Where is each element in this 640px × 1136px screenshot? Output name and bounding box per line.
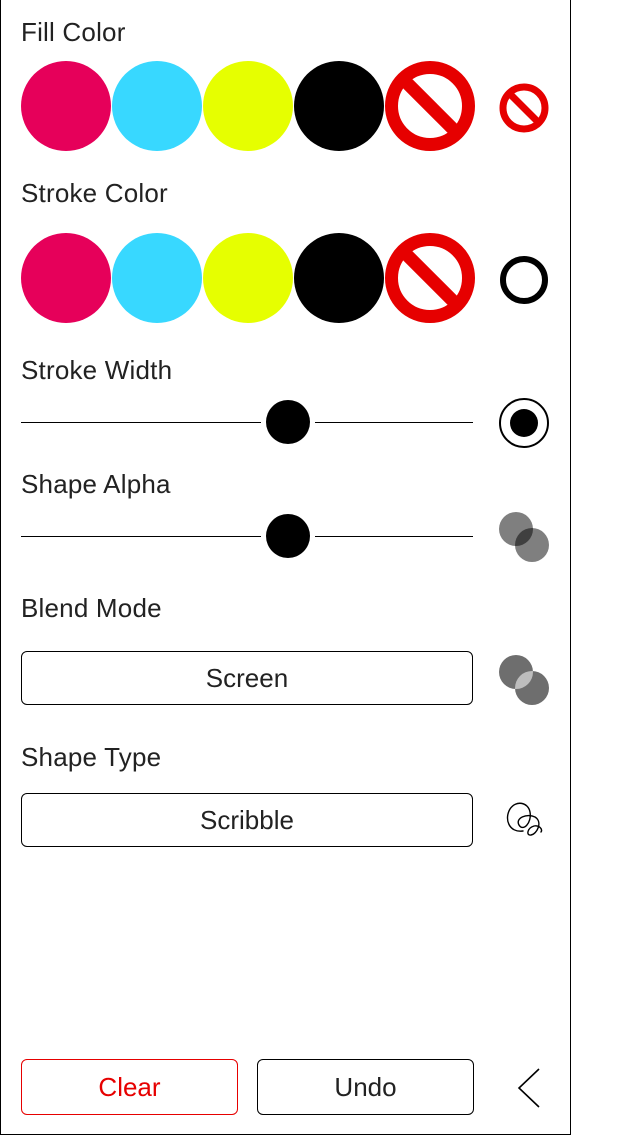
settings-panel: Fill Color Stroke Color Stroke Width Sha… [0,0,571,1135]
undo-button[interactable]: Undo [257,1059,474,1115]
blend-circles-icon [499,655,549,705]
blend-mode-label: Blend Mode [21,593,162,623]
shape-alpha-label: Shape Alpha [21,469,171,499]
stroke-swatch-none[interactable] [385,233,475,323]
fill-swatch-magenta[interactable] [21,61,111,151]
stroke-color-label: Stroke Color [21,178,168,208]
stroke-width-track-right[interactable] [315,422,473,423]
fill-swatch-none[interactable] [385,61,475,151]
stroke-swatch-cyan[interactable] [112,233,202,323]
stroke-swatch-magenta[interactable] [21,233,111,323]
stroke-width-label: Stroke Width [21,355,173,385]
stroke-width-icon [499,398,549,448]
stroke-width-track-left[interactable] [21,422,261,423]
shape-alpha-track-right[interactable] [315,536,473,537]
stroke-ring-icon [500,256,548,304]
clear-button[interactable]: Clear [21,1059,238,1115]
stroke-swatch-black[interactable] [294,233,384,323]
shape-alpha-slider-thumb[interactable] [266,514,310,558]
fill-swatch-cyan[interactable] [112,61,202,151]
blend-mode-select-button[interactable]: Screen [21,651,473,705]
shape-alpha-track-left[interactable] [21,536,261,537]
shape-type-select-button[interactable]: Scribble [21,793,473,847]
fill-color-label: Fill Color [21,17,126,47]
fill-swatch-yellow[interactable] [203,61,293,151]
fill-swatch-black[interactable] [294,61,384,151]
stroke-swatch-yellow[interactable] [203,233,293,323]
alpha-circles-icon [499,512,549,562]
scribble-icon [506,802,543,836]
no-fill-icon [499,83,549,133]
chevron-left-icon[interactable] [513,1066,543,1110]
shape-type-label: Shape Type [21,742,162,772]
stroke-width-slider-thumb[interactable] [266,400,310,444]
